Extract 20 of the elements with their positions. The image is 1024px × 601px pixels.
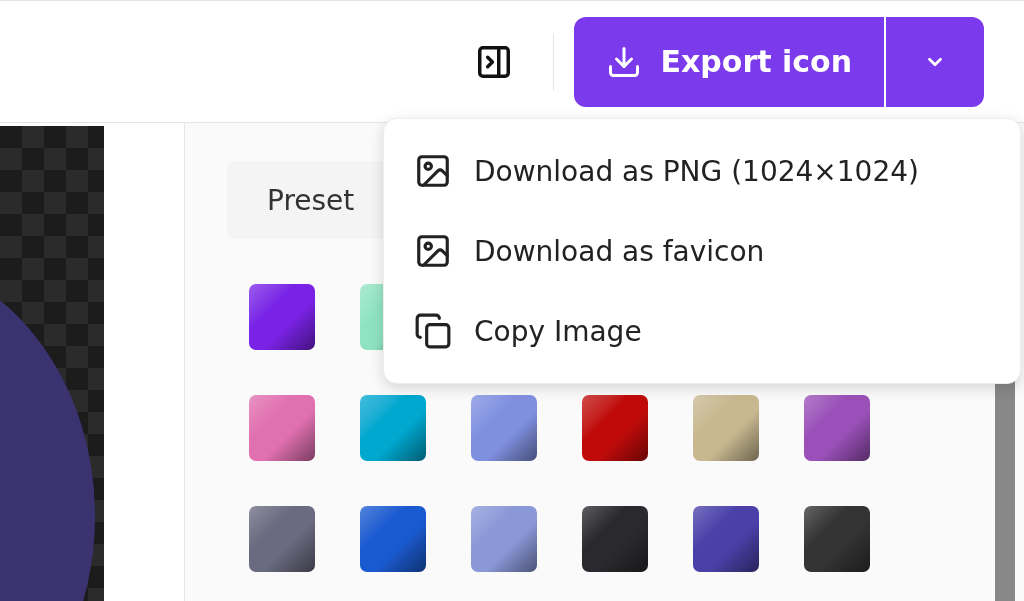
menu-item[interactable]: Copy Image [384,291,1020,371]
copy-icon [414,312,452,350]
gradient-swatch[interactable] [582,395,648,461]
gradient-swatch[interactable] [804,506,870,572]
image-icon [414,232,452,270]
scrollbar-thumb[interactable] [995,381,1015,601]
gradient-swatch[interactable] [360,395,426,461]
gradient-swatch[interactable] [249,395,315,461]
gradient-swatch[interactable] [804,395,870,461]
gradient-swatch[interactable] [471,506,537,572]
gradient-swatch[interactable] [360,506,426,572]
dropdown-button[interactable] [884,16,984,107]
gradient-swatch[interactable] [249,284,315,350]
gradient-swatch[interactable] [693,506,759,572]
image-icon [414,152,452,190]
export-button[interactable]: Export icon [574,16,884,107]
gradient-swatch[interactable] [693,395,759,461]
gradient-swatch[interactable] [582,506,648,572]
gradient-swatch[interactable] [249,506,315,572]
gradient-swatch[interactable] [471,395,537,461]
